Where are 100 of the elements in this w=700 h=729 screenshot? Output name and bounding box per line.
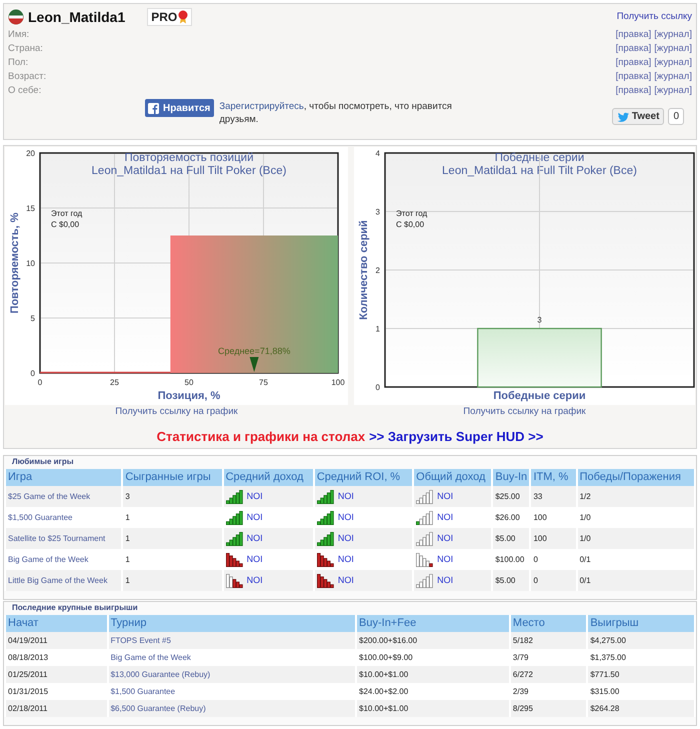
action-link[interactable]: [журнал] xyxy=(654,42,692,56)
download-link[interactable]: >> Загрузить Super HUD >> xyxy=(369,429,544,445)
table-cell: $5.00 xyxy=(493,528,530,549)
get-link[interactable]: Получить ссылку xyxy=(616,10,692,24)
tweet-button[interactable]: Tweet xyxy=(612,108,664,125)
game-link[interactable]: $1,500 Guarantee xyxy=(8,512,72,522)
table-cell: 5/182 xyxy=(510,632,586,649)
tournament-link[interactable]: $1,500 Guarantee xyxy=(110,686,176,696)
bars-icon xyxy=(416,574,434,588)
table-cell: $25.00 xyxy=(493,486,530,507)
tournament-link[interactable]: $13,000 Guarantee (Rebuy) xyxy=(110,670,210,678)
table-cell: 8/295 xyxy=(510,700,586,717)
section-title: Последние крупные выигрыши xyxy=(11,602,138,614)
column-header: Средний доход xyxy=(224,469,313,486)
noi-link[interactable]: NOI xyxy=(246,552,263,566)
chart-note: С $0,00 xyxy=(396,220,424,229)
y-tick-label: 10 xyxy=(26,259,35,268)
y-tick-label: 20 xyxy=(26,149,35,158)
y-tick-label: 4 xyxy=(376,149,380,158)
game-link[interactable]: Satellite to $25 Tournament xyxy=(8,534,106,542)
x-tick-label: 100 xyxy=(331,378,345,387)
chart-link[interactable]: Получить ссылку на график xyxy=(115,406,238,418)
bars-icon xyxy=(416,490,434,504)
bars-icon xyxy=(316,490,334,504)
table-cell: 33 xyxy=(531,486,576,507)
field-label: Имя: xyxy=(8,28,30,42)
x-tick-label: 25 xyxy=(110,378,119,387)
table-cell: $264.28 xyxy=(588,700,694,717)
badge-label: PRO xyxy=(151,10,178,24)
noi-link[interactable]: NOI xyxy=(338,574,354,588)
game-link[interactable]: $25 Game of the Week xyxy=(8,492,90,500)
noi-link[interactable]: NOI xyxy=(437,510,454,524)
chart-note: Этот год xyxy=(396,209,428,218)
action-link[interactable]: [журнал] xyxy=(654,28,692,42)
section-title: Любимые игры xyxy=(11,456,74,468)
column-header: Место xyxy=(510,615,586,632)
noi-link[interactable]: NOI xyxy=(338,510,354,524)
game-link[interactable]: Big Game of the Week xyxy=(8,554,88,564)
x-axis-label: Победные серии xyxy=(493,390,586,402)
x-tick-label: 0 xyxy=(38,378,42,387)
chart-subtitle: Leon_Matilda1 на Full Tilt Poker (Все) xyxy=(442,165,637,177)
chart-link[interactable]: Получить ссылку на график xyxy=(463,406,586,418)
y-tick-label: 0 xyxy=(30,369,35,378)
action-link[interactable]: [правка] xyxy=(616,28,652,42)
tweet-count: 0 xyxy=(668,108,684,125)
chart-title: Победные серии xyxy=(494,152,584,164)
tournament-link[interactable]: Big Game of the Week xyxy=(110,652,191,662)
noi-link[interactable]: NOI xyxy=(246,574,263,588)
action-link[interactable]: [правка] xyxy=(616,42,652,56)
column-header: ITM, % xyxy=(531,469,576,486)
action-link[interactable]: [журнал] xyxy=(654,84,692,98)
game-link[interactable]: Little Big Game of the Week xyxy=(8,576,108,584)
table-cell: 1/0 xyxy=(578,528,694,549)
column-header: Турнир xyxy=(108,615,356,632)
noi-link[interactable]: NOI xyxy=(437,574,454,588)
table-cell: 01/25/2011 xyxy=(6,666,107,683)
register-link[interactable]: Зарегистрируйтесь xyxy=(219,101,304,112)
x-tick-label: 50 xyxy=(184,378,194,387)
chip-icon xyxy=(8,9,24,25)
table-cell: 02/18/2011 xyxy=(6,700,107,717)
noi-link[interactable]: NOI xyxy=(338,552,354,566)
tournament-link[interactable]: FTOPS Event #5 xyxy=(110,636,171,644)
noi-link[interactable]: NOI xyxy=(338,490,354,504)
field-label: Пол: xyxy=(8,56,28,70)
action-link[interactable]: [журнал] xyxy=(654,56,692,70)
like-button[interactable]: Нравится xyxy=(145,99,214,117)
chart-subtitle: Leon_Matilda1 на Full Tilt Poker (Все) xyxy=(92,165,286,177)
promo-text: Статистика и графики на столах xyxy=(156,429,366,445)
noi-link[interactable]: NOI xyxy=(246,532,263,546)
action-link[interactable]: [журнал] xyxy=(654,70,692,84)
noi-link[interactable]: NOI xyxy=(437,552,454,566)
noi-link[interactable]: NOI xyxy=(338,532,354,546)
noi-link[interactable]: NOI xyxy=(437,532,454,546)
column-header: Общий доход xyxy=(414,469,492,486)
bars-icon xyxy=(226,490,243,504)
action-link[interactable]: [правка] xyxy=(616,70,652,84)
action-link[interactable]: [правка] xyxy=(616,84,652,98)
bars-icon xyxy=(226,552,243,566)
tournament-link[interactable]: $6,500 Guarantee (Rebuy) xyxy=(110,704,206,712)
chart-note: С $0,00 xyxy=(51,220,80,229)
bars-icon xyxy=(226,532,243,546)
bar-label: 3 xyxy=(537,316,542,324)
noi-link[interactable]: NOI xyxy=(246,510,263,524)
x-axis-label: Позиция, % xyxy=(158,390,220,402)
table-cell: $10.00+$1.00 xyxy=(357,700,509,717)
y-tick-label: 3 xyxy=(376,208,380,216)
y-tick-label: 15 xyxy=(26,204,35,213)
noi-link[interactable]: NOI xyxy=(437,490,454,504)
noi-link[interactable]: NOI xyxy=(246,490,263,504)
action-link[interactable]: [правка] xyxy=(616,56,652,70)
bird-icon xyxy=(616,112,629,122)
y-axis-label: Количество серий xyxy=(358,220,370,320)
table-cell: 1 xyxy=(123,528,222,549)
field-label: Страна: xyxy=(8,42,43,56)
column-header: Сыгранные игры xyxy=(123,469,222,486)
bars-icon xyxy=(316,510,334,524)
bars-icon xyxy=(316,552,334,566)
y-axis-label: Повторяемость, % xyxy=(9,212,21,314)
column-header: Buy-In xyxy=(493,469,530,486)
table-cell: 0/1 xyxy=(578,570,694,591)
